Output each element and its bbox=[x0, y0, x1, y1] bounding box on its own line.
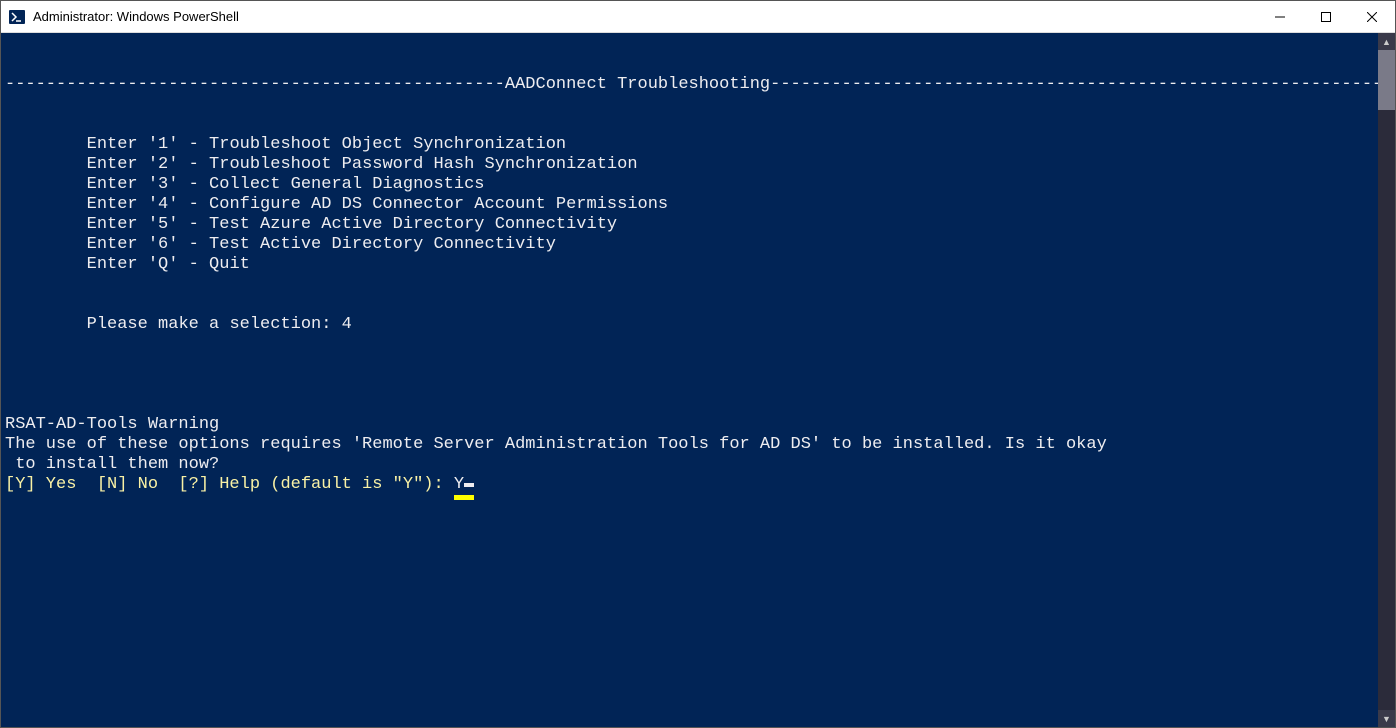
menu-item: Enter '3' - Collect General Diagnostics bbox=[87, 175, 485, 194]
warning-body: to install them now? bbox=[5, 455, 219, 474]
console-area: ----------------------------------------… bbox=[1, 33, 1395, 727]
close-button[interactable] bbox=[1349, 1, 1395, 32]
menu-item: Enter '2' - Troubleshoot Password Hash S… bbox=[87, 155, 638, 174]
menu-indent bbox=[5, 235, 87, 255]
menu-indent bbox=[5, 155, 87, 175]
minimize-button[interactable] bbox=[1257, 1, 1303, 32]
console-output[interactable]: ----------------------------------------… bbox=[1, 33, 1378, 727]
menu-item: Enter '6' - Test Active Directory Connec… bbox=[87, 235, 556, 254]
maximize-button[interactable] bbox=[1303, 1, 1349, 32]
scroll-down-arrow[interactable]: ▼ bbox=[1378, 710, 1395, 727]
warning-body: The use of these options requires 'Remot… bbox=[5, 435, 1107, 454]
scroll-track[interactable] bbox=[1378, 50, 1395, 710]
menu-indent bbox=[5, 255, 87, 275]
cursor bbox=[464, 483, 474, 487]
scroll-up-arrow[interactable]: ▲ bbox=[1378, 33, 1395, 50]
maximize-icon bbox=[1321, 12, 1331, 22]
header-dashes-right: ----------------------------------------… bbox=[770, 75, 1378, 94]
menu-indent bbox=[5, 175, 87, 195]
warning-title: RSAT-AD-Tools Warning bbox=[5, 415, 219, 434]
header-title: AADConnect Troubleshooting bbox=[505, 75, 770, 94]
selection-value: 4 bbox=[342, 315, 352, 334]
titlebar[interactable]: Administrator: Windows PowerShell bbox=[1, 1, 1395, 33]
menu-indent bbox=[5, 215, 87, 235]
scrollbar[interactable]: ▲ ▼ bbox=[1378, 33, 1395, 727]
menu-indent bbox=[5, 195, 87, 215]
confirm-prompt: [Y] Yes [N] No [?] Help (default is "Y")… bbox=[5, 475, 454, 494]
scroll-thumb[interactable] bbox=[1378, 50, 1395, 110]
menu-item: Enter '5' - Test Azure Active Directory … bbox=[87, 215, 618, 234]
menu-item: Enter '1' - Troubleshoot Object Synchron… bbox=[87, 135, 566, 154]
menu-item: Enter 'Q' - Quit bbox=[87, 255, 250, 274]
close-icon bbox=[1367, 12, 1377, 22]
header-dashes-left: ----------------------------------------… bbox=[5, 75, 505, 94]
menu-indent bbox=[5, 315, 87, 335]
menu-indent bbox=[5, 135, 87, 155]
menu-item: Enter '4' - Configure AD DS Connector Ac… bbox=[87, 195, 669, 214]
powershell-icon bbox=[9, 9, 25, 25]
minimize-icon bbox=[1275, 12, 1285, 22]
window-controls bbox=[1257, 1, 1395, 32]
selection-prompt: Please make a selection: bbox=[87, 315, 342, 334]
window-title: Administrator: Windows PowerShell bbox=[33, 9, 1257, 24]
confirm-input: Y bbox=[454, 475, 464, 494]
powershell-window: Administrator: Windows PowerShell ------… bbox=[0, 0, 1396, 728]
